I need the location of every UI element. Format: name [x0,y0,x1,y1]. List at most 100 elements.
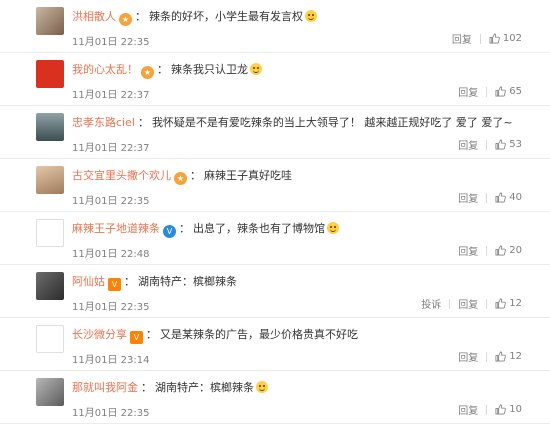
like-count: 65 [509,86,522,97]
vip-icon: V [130,331,143,344]
username-link[interactable]: 我的心太乱！ [72,63,138,76]
smile-emoji-icon [305,10,317,22]
username-link[interactable]: 那就叫我阿金 [72,381,138,394]
comment-item: 洪相散人 ★：辣条的好坏，小学生最有发言权 11月01日 22:35 回复 102 [0,0,550,53]
comment-text: 我怀疑是不是有爱吃辣条的当上大领导了！ 越来越正规好吃了 爱了 爱了~ [151,116,513,129]
vip-icon: V [108,278,121,291]
action-divider [479,33,481,44]
reply-link[interactable]: 回复 [458,296,478,311]
like-button[interactable]: 40 [495,192,522,203]
star-badge-icon: ★ [119,13,132,26]
star-badge-icon: ★ [141,66,154,79]
comment-text: 又是某辣条的广告，最少价格贵真不好吃 [160,328,358,341]
comment-item: 我的心太乱！ ★：辣条我只认卫龙 11月01日 22:37 回复 65 [0,53,550,106]
avatar[interactable] [36,166,64,194]
username-link[interactable]: 忠孝东路ciel [72,116,135,129]
comment-item: 长沙微分享 V：又是某辣条的广告，最少价格贵真不好吃 11月01日 23:14 回… [0,318,550,371]
thumbs-up-icon [495,351,507,362]
avatar[interactable] [36,7,64,35]
comment-line: 我的心太乱！ ★：辣条我只认卫龙 [72,63,262,79]
comment-actions: 回复 53 [458,137,522,152]
comment-line: 忠孝东路ciel：我怀疑是不是有爱吃辣条的当上大领导了！ 越来越正规好吃了 爱了… [72,116,513,129]
comment-actions: 回复 12 [458,349,522,364]
comment-text: 出息了，辣条也有了博物馆 [193,222,325,235]
action-divider [486,192,488,203]
comment-list: 洪相散人 ★：辣条的好坏，小学生最有发言权 11月01日 22:35 回复 102… [0,0,550,424]
smile-emoji-icon [327,222,339,234]
action-divider [449,298,451,309]
like-count: 12 [509,298,522,309]
like-button[interactable]: 53 [495,139,522,150]
comment-time: 11月01日 22:35 [72,37,150,48]
like-count: 12 [509,351,522,362]
reply-link[interactable]: 回复 [458,84,478,99]
like-button[interactable]: 12 [495,351,522,362]
like-button[interactable]: 102 [489,33,522,44]
thumbs-up-icon [495,245,507,256]
thumbs-up-icon [489,33,500,44]
comment-item: 古交宜里头撒个欢儿 ★：麻辣王子真好吃哇 11月01日 22:35 回复 40 [0,159,550,212]
action-divider [486,139,488,150]
reply-link[interactable]: 回复 [458,243,478,258]
comment-text: 麻辣王子真好吃哇 [204,169,292,182]
comment-time: 11月01日 23:14 [72,355,150,366]
comment-item: 麻辣王子地道辣条 V：出息了，辣条也有了博物馆 11月01日 22:48 回复 2… [0,212,550,265]
like-count: 53 [509,139,522,150]
thumbs-up-icon [495,86,507,97]
comment-text: 湖南特产：槟榔辣条 [155,381,254,394]
comment-time: 11月01日 22:37 [72,90,150,101]
like-button[interactable]: 65 [495,86,522,97]
comment-text: 辣条的好坏，小学生最有发言权 [149,10,303,23]
like-count: 20 [509,245,522,256]
comment-line: 麻辣王子地道辣条 V：出息了，辣条也有了博物馆 [72,222,339,238]
comment-actions: 回复 102 [452,31,522,46]
avatar[interactable] [36,378,64,406]
comment-item: 那就叫我阿金：湖南特产：槟榔辣条 11月01日 22:35 回复 10 [0,371,550,424]
report-link[interactable]: 投诉 [421,296,441,311]
username-link[interactable]: 洪相散人 [72,10,116,23]
thumbs-up-icon [495,192,507,203]
action-divider [486,351,488,362]
comment-actions: 投诉 回复 12 [421,296,522,311]
comment-time: 11月01日 22:35 [72,302,150,313]
avatar[interactable] [36,113,64,141]
comment-line: 古交宜里头撒个欢儿 ★：麻辣王子真好吃哇 [72,169,292,185]
reply-link[interactable]: 回复 [458,349,478,364]
smile-emoji-icon [256,381,268,393]
like-button[interactable]: 20 [495,245,522,256]
comment-time: 11月01日 22:48 [72,249,150,260]
comment-text: 湖南特产：槟榔辣条 [138,275,237,288]
like-button[interactable]: 12 [495,298,522,309]
comment-line: 长沙微分享 V：又是某辣条的广告，最少价格贵真不好吃 [72,328,358,344]
action-divider [486,298,488,309]
comment-time: 11月01日 22:35 [72,408,150,419]
action-divider [486,245,488,256]
username-link[interactable]: 阿仙姑 [72,275,105,288]
comment-line: 那就叫我阿金：湖南特产：槟榔辣条 [72,381,268,395]
avatar[interactable] [36,272,64,300]
comment-item: 阿仙姑 V：湖南特产：槟榔辣条 11月01日 22:35 投诉 回复 12 [0,265,550,318]
comment-time: 11月01日 22:37 [72,143,150,154]
smile-emoji-icon [250,63,262,75]
username-link[interactable]: 麻辣王子地道辣条 [72,222,160,235]
comment-line: 阿仙姑 V：湖南特产：槟榔辣条 [72,275,237,291]
avatar[interactable] [36,60,64,88]
reply-link[interactable]: 回复 [458,137,478,152]
comment-text: 辣条我只认卫龙 [171,63,248,76]
username-link[interactable]: 古交宜里头撒个欢儿 [72,169,171,182]
avatar[interactable] [36,219,64,247]
comment-item: 忠孝东路ciel：我怀疑是不是有爱吃辣条的当上大领导了！ 越来越正规好吃了 爱了… [0,106,550,159]
comment-actions: 回复 20 [458,243,522,258]
comment-actions: 回复 40 [458,190,522,205]
comment-actions: 回复 65 [458,84,522,99]
reply-link[interactable]: 回复 [458,190,478,205]
comment-time: 11月01日 22:35 [72,196,150,207]
username-link[interactable]: 长沙微分享 [72,328,127,341]
verified-v-icon: V [163,225,176,238]
comment-line: 洪相散人 ★：辣条的好坏，小学生最有发言权 [72,10,317,26]
action-divider [486,86,488,97]
like-count: 102 [502,33,522,44]
star-badge-icon: ★ [174,172,187,185]
reply-link[interactable]: 回复 [452,31,472,46]
avatar[interactable] [36,325,64,353]
